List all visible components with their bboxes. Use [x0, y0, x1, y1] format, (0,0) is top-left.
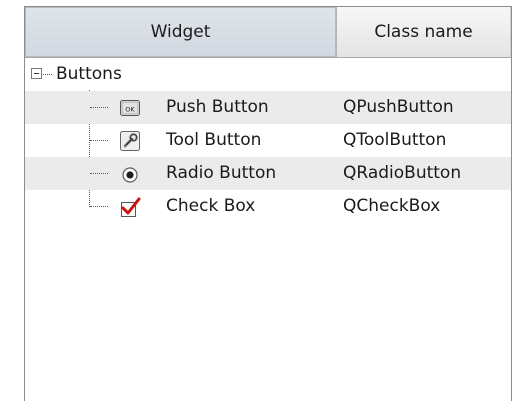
widget-column-header[interactable]: Widget [25, 7, 336, 57]
widget-tree-view[interactable]: Widget Class name Buttons OK Push Button… [24, 6, 512, 401]
tree-header: Widget Class name [25, 7, 511, 58]
tree-item-radio-button[interactable]: Radio Button QRadioButton [25, 157, 511, 190]
tree-connector-line [43, 74, 52, 75]
tree-item-push-button[interactable]: OK Push Button QPushButton [25, 91, 511, 124]
tree-item-class-name: QPushButton [343, 97, 454, 117]
tree-group-label: Buttons [56, 64, 122, 84]
tree-item-class-name: QRadioButton [343, 163, 462, 183]
tree-item-label: Tool Button [166, 130, 262, 150]
widget-column-header-label: Widget [150, 22, 211, 42]
tree-connector-line [90, 173, 108, 174]
class-name-column-header[interactable]: Class name [336, 7, 511, 57]
tree-item-class-name: QToolButton [343, 130, 447, 150]
tree-item-label: Radio Button [166, 163, 277, 183]
tree-item-class-name: QCheckBox [343, 196, 441, 216]
tree-group-buttons[interactable]: Buttons [25, 58, 511, 91]
push-button-icon: OK [120, 100, 140, 116]
tree-item-label: Push Button [166, 97, 269, 117]
tree-item-label: Check Box [166, 196, 256, 216]
class-name-column-header-label: Class name [374, 22, 473, 42]
tree-connector-line [90, 206, 108, 207]
collapse-icon[interactable] [31, 68, 42, 79]
tree-item-tool-button[interactable]: Tool Button QToolButton [25, 124, 511, 157]
check-box-icon [121, 197, 141, 217]
svg-text:OK: OK [125, 105, 135, 113]
tree-item-check-box[interactable]: Check Box QCheckBox [25, 190, 511, 223]
radio-button-icon [122, 167, 138, 183]
tree-connector-line [90, 107, 108, 108]
tree-connector-line [90, 140, 108, 141]
tool-button-icon [120, 131, 140, 151]
